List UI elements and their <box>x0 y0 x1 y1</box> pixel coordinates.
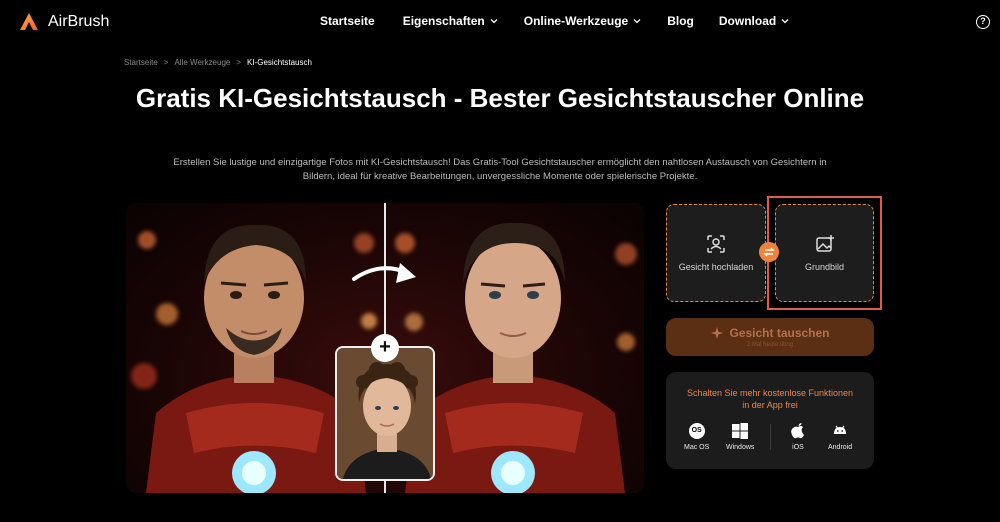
top-navigation: AirBrush Startseite Eigenschaften Online… <box>0 0 1000 44</box>
macos-badge: OS <box>688 423 705 439</box>
nav-label: Download <box>718 14 777 28</box>
android-icon <box>834 425 847 434</box>
page-title: Gratis KI-Gesichtstausch - Bester Gesich… <box>135 83 865 113</box>
chevron-down-icon <box>781 19 789 24</box>
image-add-icon <box>815 235 834 252</box>
app-promo-title: Schalten Sie mehr kostenlose Funktionen … <box>686 388 854 410</box>
face-scan-icon <box>707 235 725 253</box>
brand-name: AirBrush <box>48 13 110 30</box>
remaining-uses-text: 2 Mal heute übrig <box>746 342 794 348</box>
nav-label: Eigenschaften <box>402 14 485 28</box>
platform-label: Mac OS <box>684 444 710 451</box>
young-man-portrait-illustration <box>337 348 433 479</box>
swap-arrows-icon <box>759 242 779 262</box>
base-image-label: Grundbild <box>804 262 845 272</box>
platform-divider <box>770 424 771 450</box>
nav-download[interactable]: Download <box>719 14 789 28</box>
breadcrumb-separator: > <box>236 58 242 67</box>
windows-icon <box>732 423 749 439</box>
breadcrumb: Startseite > Alle Werkzeuge > KI-Gesicht… <box>124 58 312 67</box>
breadcrumb-current: KI-Gesichtstausch <box>247 58 312 67</box>
chevron-down-icon <box>490 19 498 24</box>
airbrush-logo-icon <box>20 13 38 30</box>
breadcrumb-home[interactable]: Startseite <box>124 58 158 67</box>
nav-blog[interactable]: Blog <box>667 14 694 28</box>
nav-label: Online-Werkzeuge <box>523 14 629 28</box>
nav-label: Blog <box>667 14 694 28</box>
upload-face-dropzone[interactable]: Gesicht hochladen <box>666 204 766 302</box>
nav-startseite[interactable]: Startseite <box>320 14 375 28</box>
help-icon[interactable]: ? <box>976 15 990 29</box>
brand-logo-link[interactable]: AirBrush <box>18 11 109 33</box>
chevron-down-icon <box>633 19 641 24</box>
apple-icon <box>791 423 804 439</box>
download-android[interactable]: Android <box>828 422 852 451</box>
platform-label: Windows <box>726 444 755 451</box>
app-promo-card: Schalten Sie mehr kostenlose Funktionen … <box>666 372 874 469</box>
page-description: Erstellen Sie lustige und einzigartige F… <box>173 157 827 182</box>
sparkle-icon <box>711 327 724 339</box>
main-menu: Startseite Eigenschaften Online-Werkzeug… <box>320 14 789 28</box>
face-swap-example-image: + <box>126 203 644 493</box>
download-macos[interactable]: OS Mac OS <box>684 422 709 451</box>
swap-face-label: Gesicht tauschen <box>729 326 830 340</box>
platform-label: Android <box>828 444 853 451</box>
nav-online-werkzeuge[interactable]: Online-Werkzeuge <box>524 14 641 28</box>
upload-face-label: Gesicht hochladen <box>678 262 754 272</box>
download-windows[interactable]: Windows <box>726 422 754 451</box>
download-ios[interactable]: iOS <box>789 422 807 451</box>
nav-label: Startseite <box>320 14 375 28</box>
plus-icon: + <box>371 334 399 362</box>
platform-label: iOS <box>792 444 804 451</box>
source-face-thumbnail <box>335 346 435 481</box>
nav-eigenschaften[interactable]: Eigenschaften <box>403 14 498 28</box>
breadcrumb-section[interactable]: Alle Werkzeuge <box>174 58 230 67</box>
base-image-dropzone[interactable]: Grundbild <box>775 204 874 302</box>
breadcrumb-separator: > <box>163 58 169 67</box>
swap-face-button[interactable]: Gesicht tauschen 2 Mal heute übrig <box>666 318 874 356</box>
curved-arrow-icon <box>352 263 416 283</box>
macos-icon: OS <box>688 422 706 440</box>
